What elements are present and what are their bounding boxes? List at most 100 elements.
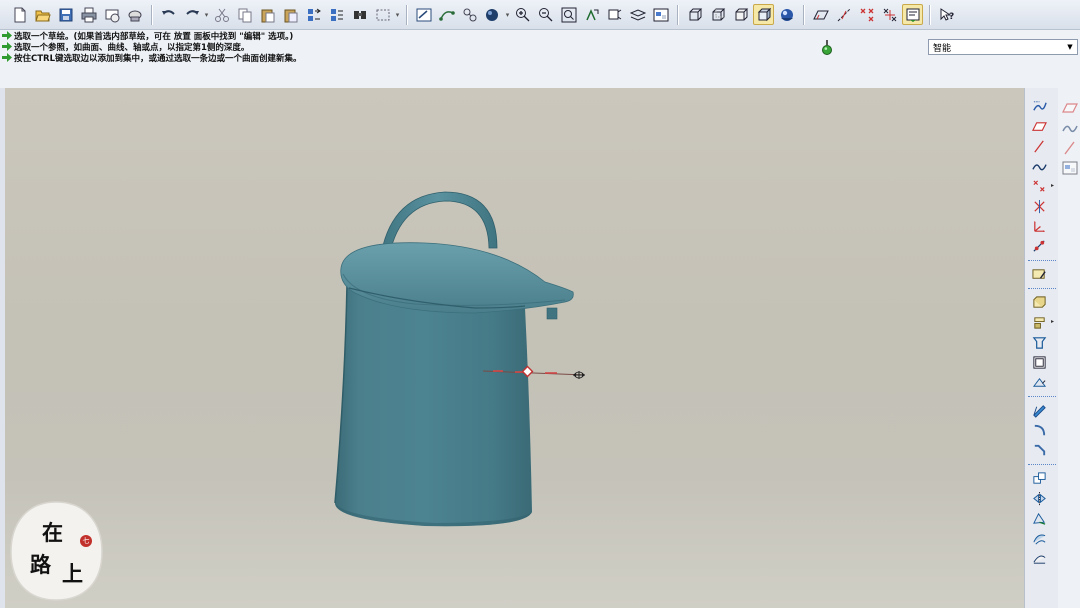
toolbar-group bbox=[809, 2, 924, 28]
print-button[interactable] bbox=[78, 4, 99, 25]
graphics-window[interactable] bbox=[5, 88, 1024, 608]
wireframe-icon bbox=[689, 8, 702, 20]
revolve-button[interactable] bbox=[1029, 314, 1049, 331]
no-hidden-button[interactable] bbox=[730, 4, 751, 25]
hidden-line-button[interactable] bbox=[707, 4, 728, 25]
shading-button[interactable] bbox=[482, 4, 503, 25]
chevron-down-icon[interactable]: ▾ bbox=[504, 7, 511, 23]
zoom-out-button[interactable] bbox=[535, 4, 556, 25]
view-manager-button[interactable] bbox=[650, 4, 671, 25]
save-button[interactable] bbox=[55, 4, 76, 25]
chevron-down-icon[interactable]: ▾ bbox=[394, 7, 401, 23]
merge-button[interactable] bbox=[1029, 530, 1049, 547]
zoom-in-button[interactable] bbox=[512, 4, 533, 25]
chamfer-button[interactable] bbox=[1029, 442, 1049, 459]
datum-plane-icon bbox=[1062, 103, 1078, 113]
regen-manager-button[interactable] bbox=[326, 4, 347, 25]
undo-button[interactable] bbox=[158, 4, 179, 25]
new-file-button[interactable] bbox=[9, 4, 30, 25]
toolbar-separator bbox=[1028, 288, 1056, 290]
datum-plane-button[interactable] bbox=[1029, 118, 1049, 135]
paste-special-button[interactable] bbox=[280, 4, 301, 25]
zoom-in-icon bbox=[515, 7, 529, 21]
mirror-button[interactable] bbox=[1029, 490, 1049, 507]
annotation-display-icon bbox=[906, 8, 919, 22]
open-folder-button[interactable] bbox=[32, 4, 53, 25]
datum-planes-button[interactable] bbox=[810, 4, 831, 25]
layers-button[interactable] bbox=[627, 4, 648, 25]
datum-point-button[interactable] bbox=[1029, 178, 1049, 195]
rib-button[interactable] bbox=[1029, 374, 1049, 391]
paste-button[interactable] bbox=[257, 4, 278, 25]
toolbar-separator bbox=[929, 4, 930, 25]
status-light-icon[interactable] bbox=[822, 40, 832, 56]
regen-manager-icon bbox=[330, 8, 343, 21]
find-button[interactable] bbox=[349, 4, 370, 25]
datum-axis-icon bbox=[1033, 140, 1044, 153]
wireframe-button[interactable] bbox=[684, 4, 705, 25]
copy-icon bbox=[238, 8, 251, 22]
expand-arrow-icon[interactable]: ▸ bbox=[1051, 318, 1054, 325]
copy-button[interactable] bbox=[234, 4, 255, 25]
copy-feature-button[interactable] bbox=[1029, 470, 1049, 487]
extrude-button[interactable] bbox=[1029, 294, 1049, 311]
model-tree-button[interactable] bbox=[459, 4, 480, 25]
trim-button[interactable] bbox=[1029, 550, 1049, 567]
refit-button[interactable] bbox=[558, 4, 579, 25]
datum-axes-button[interactable] bbox=[833, 4, 854, 25]
datum-plane-icon bbox=[1031, 122, 1047, 131]
print-icon bbox=[81, 7, 96, 22]
chevron-down-icon[interactable]: ▼ bbox=[1063, 40, 1077, 54]
regenerate-button[interactable] bbox=[303, 4, 324, 25]
disk-button[interactable] bbox=[124, 4, 145, 25]
redo-button[interactable] bbox=[181, 4, 202, 25]
annotation-display-button[interactable] bbox=[902, 4, 923, 25]
save-icon bbox=[59, 8, 72, 21]
enhanced-realism-button[interactable] bbox=[776, 4, 797, 25]
model-canvas[interactable] bbox=[5, 88, 1024, 608]
toolbar-separator bbox=[406, 4, 407, 25]
sketch-tool-button[interactable] bbox=[1029, 266, 1049, 283]
selection-filter-dropdown[interactable]: 智能 ▼ bbox=[928, 39, 1078, 55]
chevron-down-icon[interactable]: ▾ bbox=[203, 7, 210, 23]
datum-csys-button[interactable] bbox=[1029, 218, 1049, 235]
toolbar-separator bbox=[151, 4, 152, 25]
datum-display-button[interactable] bbox=[436, 4, 457, 25]
round-button[interactable] bbox=[1029, 422, 1049, 439]
secondary-toolbar bbox=[1058, 88, 1080, 608]
zoom-out-icon bbox=[538, 7, 552, 21]
datum-point-offset-button[interactable] bbox=[1029, 198, 1049, 215]
draft-button[interactable] bbox=[1029, 402, 1049, 419]
cut-icon bbox=[214, 8, 229, 22]
expand-arrow-icon[interactable]: ▸ bbox=[1051, 182, 1054, 189]
chamfer-icon bbox=[1034, 444, 1045, 456]
datum-points-button[interactable] bbox=[856, 4, 877, 25]
ghost-datum-axis-icon bbox=[1062, 140, 1078, 156]
cursor-move-icon bbox=[573, 371, 585, 379]
datum-axis-button[interactable] bbox=[1029, 138, 1049, 155]
pattern-icon bbox=[1032, 512, 1045, 525]
trim-icon bbox=[1032, 555, 1045, 564]
toolbar-group: ▾ bbox=[412, 2, 672, 28]
coordinate-systems-icon bbox=[883, 8, 896, 21]
shell-button[interactable] bbox=[1029, 354, 1049, 371]
email-button[interactable] bbox=[101, 4, 122, 25]
coordinate-systems-button[interactable] bbox=[879, 4, 900, 25]
datum-point-icon bbox=[1032, 180, 1045, 192]
kettle-model[interactable] bbox=[334, 191, 586, 527]
saved-views-button[interactable] bbox=[604, 4, 625, 25]
sketched-datum-curve-button[interactable] bbox=[1029, 98, 1049, 115]
analysis-button[interactable] bbox=[1029, 238, 1049, 255]
context-help-button[interactable]: ? bbox=[936, 4, 957, 25]
toolbar-group: ? bbox=[935, 2, 958, 28]
reorient-button[interactable] bbox=[581, 4, 602, 25]
pattern-button[interactable] bbox=[1029, 510, 1049, 527]
shaded-button[interactable] bbox=[753, 4, 774, 25]
hole-button[interactable] bbox=[1029, 334, 1049, 351]
no-hidden-icon bbox=[735, 8, 748, 20]
select-box-button[interactable] bbox=[372, 4, 393, 25]
sketch-view-button[interactable] bbox=[413, 4, 434, 25]
cut-button[interactable] bbox=[211, 4, 232, 25]
datum-curve-button[interactable] bbox=[1029, 158, 1049, 175]
email-icon bbox=[105, 9, 119, 22]
